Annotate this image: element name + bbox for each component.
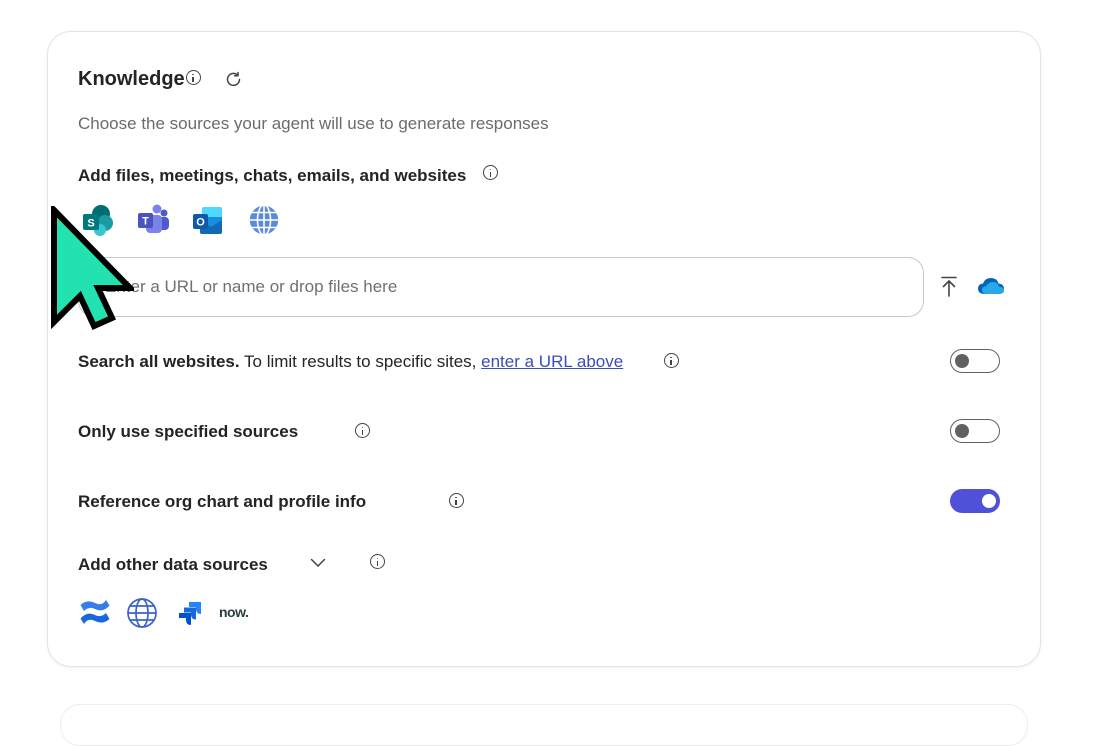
svg-text:T: T xyxy=(142,216,149,228)
next-card xyxy=(60,704,1028,746)
reference-org-chart-info-icon[interactable] xyxy=(448,493,464,508)
confluence-icon[interactable] xyxy=(79,597,111,627)
search-all-websites-description: To limit results to specific sites, xyxy=(239,352,482,371)
search-all-websites-label: Search all websites. xyxy=(78,352,240,371)
knowledge-subtitle: Choose the sources your agent will use t… xyxy=(78,114,549,133)
only-specified-sources-toggle[interactable] xyxy=(950,419,1000,443)
onedrive-icon[interactable] xyxy=(976,276,1006,296)
search-websites-info-icon[interactable] xyxy=(663,353,679,368)
web-icon[interactable] xyxy=(247,203,281,237)
reference-org-chart-label: Reference org chart and profile info xyxy=(78,492,367,511)
knowledge-card: Knowledge Choose the sources your agent … xyxy=(47,31,1041,667)
url-input[interactable] xyxy=(105,258,905,316)
jira-icon[interactable] xyxy=(177,601,203,625)
enter-url-link[interactable]: enter a URL above xyxy=(481,352,623,371)
other-sources-info-icon[interactable] xyxy=(370,554,386,569)
add-other-sources-label: Add other data sources xyxy=(78,555,268,574)
search-all-websites-toggle[interactable] xyxy=(950,349,1000,373)
mouse-cursor-icon xyxy=(51,206,134,330)
outlook-icon[interactable]: O xyxy=(191,203,225,237)
search-all-websites-text: Search all websites. To limit results to… xyxy=(78,352,623,372)
add-sources-info-icon[interactable] xyxy=(483,165,499,180)
chevron-down-icon[interactable] xyxy=(310,558,326,568)
svg-text:O: O xyxy=(196,217,205,229)
servicenow-icon[interactable]: now. xyxy=(219,604,249,620)
only-specified-sources-info-icon[interactable] xyxy=(355,423,371,438)
only-specified-sources-label: Only use specified sources xyxy=(78,422,299,441)
knowledge-title: Knowledge xyxy=(78,68,185,90)
upload-icon[interactable] xyxy=(940,276,958,298)
toggle-knob xyxy=(981,493,996,508)
reference-org-chart-toggle[interactable] xyxy=(950,489,1000,513)
add-sources-label: Add files, meetings, chats, emails, and … xyxy=(78,166,467,185)
url-input-box[interactable] xyxy=(78,257,924,317)
teams-icon[interactable]: T xyxy=(136,203,170,237)
toggle-knob xyxy=(955,423,969,438)
knowledge-info-icon[interactable] xyxy=(186,70,201,85)
refresh-icon[interactable] xyxy=(224,70,244,90)
toggle-knob xyxy=(955,353,969,368)
web-icon[interactable] xyxy=(126,597,158,629)
